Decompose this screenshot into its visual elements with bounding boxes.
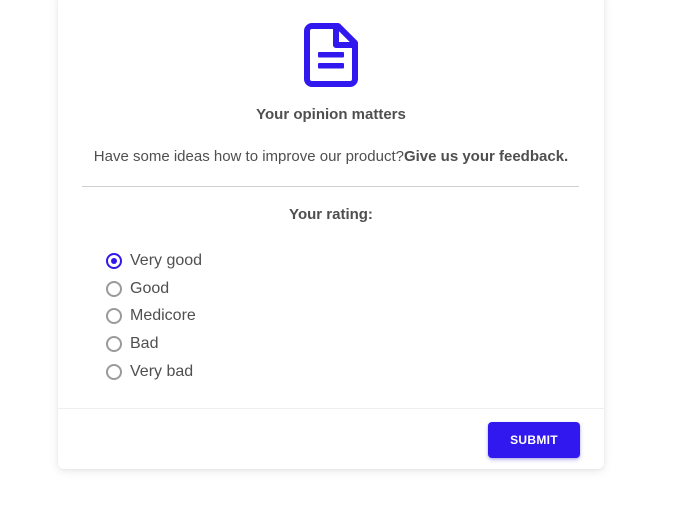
lead-text: Have some ideas how to improve our produ… <box>58 148 604 165</box>
rating-option-label: Very good <box>130 251 203 269</box>
radio-button[interactable] <box>106 252 122 269</box>
rating-option-bad[interactable]: Bad <box>106 330 202 358</box>
radio-button[interactable] <box>106 336 122 353</box>
rating-option-label: Very bad <box>130 362 194 380</box>
radio-button[interactable] <box>106 280 122 297</box>
rating-option-label: Good <box>130 279 170 297</box>
rating-option-very-bad[interactable]: Very bad <box>106 358 202 386</box>
rating-option-medicore[interactable]: Medicore <box>106 303 202 331</box>
radio-button[interactable] <box>106 363 122 380</box>
rating-option-very-good[interactable]: Very good <box>106 247 202 275</box>
page-title: Your opinion matters <box>256 106 406 123</box>
document-icon <box>304 23 358 87</box>
lead-call-to-action: Give us your feedback. <box>403 148 569 165</box>
feedback-card: Your opinion matters Have some ideas how… <box>58 0 604 469</box>
rating-option-good[interactable]: Good <box>106 275 202 303</box>
submit-button[interactable]: SUBMIT <box>488 422 580 458</box>
divider <box>82 186 579 187</box>
lead-question: Have some ideas how to improve our produ… <box>93 148 404 165</box>
footer-divider <box>58 408 604 409</box>
rating-label: Your rating: <box>289 206 373 223</box>
rating-option-label: Medicore <box>130 307 196 325</box>
radio-button[interactable] <box>106 308 122 325</box>
rating-option-label: Bad <box>130 335 159 353</box>
rating-options: Very good Good Medicore Bad Very bad <box>106 247 202 386</box>
